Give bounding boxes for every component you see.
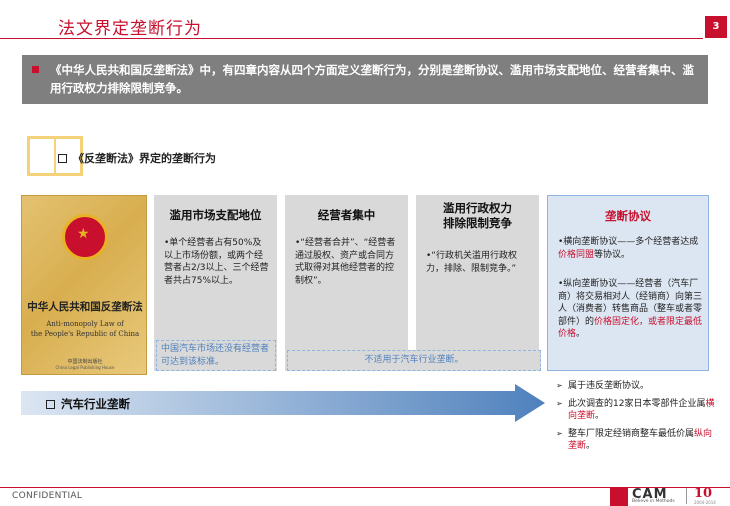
page-title: 法文界定垄断行为: [58, 19, 202, 39]
section-title: 《反垄断法》界定的垄断行为: [58, 150, 216, 166]
checkbox-square-icon: [46, 400, 55, 409]
finding-text: 属于违反垄断协议。: [568, 381, 650, 391]
cover-publisher-en: China Legal Publishing House: [55, 365, 115, 370]
arrow-label: 汽车行业垄断: [46, 396, 130, 412]
anniversary-years: 2004-2014: [694, 500, 716, 505]
column-title: 垄断协议: [605, 209, 651, 223]
column-body: •“经营者合并”、“经营者通过股权、资产或合同方式取得对其他经营者的控制权”。: [295, 238, 396, 286]
column-body: •单个经营者占有50%及以上市场份额，或两个经营者占2/3以上、三个经营者共占7…: [164, 238, 269, 286]
column-title-line1: 滥用行政权力: [443, 201, 512, 215]
column-title-line2: 排除限制竞争: [443, 216, 512, 230]
summary-bullet-icon: [32, 66, 39, 73]
checkbox-square-icon: [58, 154, 67, 163]
column-body-horizontal: •横向垄断协议——多个经营者达成价格同盟等协议。: [558, 236, 704, 261]
finding-item: ➢ 此次调查的12家日本零部件企业属横向垄断。: [556, 398, 716, 423]
finding-text: 整车厂限定经销商整车最低价属: [568, 428, 695, 439]
column-body-vertical: •纵向垄断协议——经营者（汽车厂商）将交易相对人（经销商）向第三人（消费者）转售…: [558, 278, 704, 341]
finding-suffix: 。: [595, 411, 605, 421]
section-title-text: 《反垄断法》界定的垄断行为: [73, 152, 216, 165]
arrow-bullet-icon: ➢: [556, 398, 563, 408]
confidential-label: CONFIDENTIAL: [12, 491, 83, 501]
finding-text: 此次调查的12家日本零部件企业属: [568, 398, 706, 409]
title-underline-left: [0, 38, 58, 39]
finding-item: ➢ 属于违反垄断协议。: [556, 380, 716, 393]
logo-separator: [686, 488, 687, 504]
arrow-label-text: 汽车行业垄断: [61, 397, 130, 411]
summary-box: 《中华人民共和国反垄断法》中，有四章内容从四个方面定义垄断行为，分别是垄断协议、…: [22, 55, 708, 104]
column-title: 经营者集中: [317, 208, 376, 222]
item1-prefix: •横向垄断协议——多个经营者达成: [558, 237, 699, 247]
page-number: 3: [705, 16, 727, 38]
cover-title-en-2: the People's Republic of China: [30, 330, 140, 338]
column-title: 滥用行政权力 排除限制竞争: [416, 201, 539, 231]
item2-suffix: 。: [576, 329, 586, 339]
cover-title-en-1: Anti-monopoly Law of: [46, 320, 124, 328]
arrow-bullet-icon: ➢: [556, 381, 563, 390]
column-title: 滥用市场支配地位: [169, 208, 262, 222]
findings-list: ➢ 属于违反垄断协议。 ➢ 此次调查的12家日本零部件企业属横向垄断。 ➢ 整车…: [556, 380, 716, 458]
column-monopoly-agreement: 垄断协议 •横向垄断协议——多个经营者达成价格同盟等协议。 •纵向垄断协议——经…: [547, 195, 709, 371]
arrow-bullet-icon: ➢: [556, 428, 563, 438]
summary-text: 《中华人民共和国反垄断法》中，有四章内容从四个方面定义垄断行为，分别是垄断协议、…: [50, 63, 694, 95]
finding-suffix: 。: [586, 441, 596, 451]
note-market-dominance: 中国汽车市场还没有经营者可达到该标准。: [156, 340, 276, 371]
column-body: •“行政机关滥用行政权力，排除、限制竞争。”: [426, 251, 517, 274]
item1-highlight: 价格同盟: [558, 249, 595, 260]
cover-publisher-cn: 中国法制出版社: [67, 359, 103, 365]
cam-logo-tagline: Believe in Methods: [632, 499, 675, 504]
item1-suffix: 等协议。: [594, 249, 631, 260]
cover-title-cn: 中华人民共和国反垄断法: [27, 301, 143, 313]
anniversary-ten: 10: [694, 486, 713, 501]
note-not-applicable: 不适用于汽车行业垄断。: [287, 350, 541, 371]
cam-logo-icon: [610, 487, 628, 506]
column-administrative-abuse: 滥用行政权力 排除限制竞争 •“行政机关滥用行政权力，排除、限制竞争。”: [416, 195, 539, 371]
finding-item: ➢ 整车厂限定经销商整车最低价属纵向垄断。: [556, 428, 716, 453]
emblem-star-icon: ★: [77, 226, 90, 242]
column-concentration: 经营者集中 •“经营者合并”、“经营者通过股权、资产或合同方式取得对其他经营者的…: [285, 195, 408, 371]
law-book-cover: ★ 中华人民共和国反垄断法 Anti-monopoly Law of the P…: [21, 195, 147, 375]
title-underline: [55, 38, 703, 39]
